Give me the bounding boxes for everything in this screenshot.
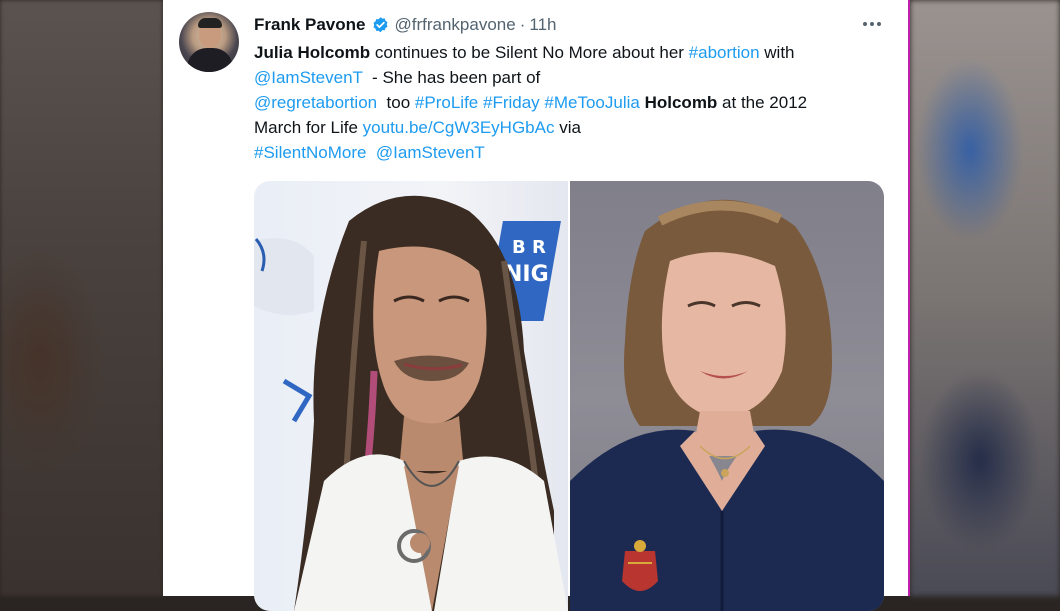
tweet-text-line: March for Life youtu.be/CgW3EyHGbAc via	[254, 115, 884, 140]
tweet-text: Julia Holcomb continues to be Silent No …	[254, 40, 884, 165]
avatar-body	[187, 48, 233, 72]
hashtag-link[interactable]: #Friday	[483, 93, 540, 112]
bold-text: Holcomb	[644, 93, 718, 112]
more-options-icon[interactable]	[859, 14, 885, 34]
avatar-hair	[198, 18, 222, 28]
tweet-card[interactable]: Frank Pavone @frfrankpavone · 11h Julia …	[163, 0, 910, 611]
text-segment: too	[377, 93, 415, 112]
blurred-background-right	[910, 0, 1060, 596]
hashtag-link[interactable]: #ProLife	[415, 93, 478, 112]
media-photo-right[interactable]	[570, 181, 884, 611]
author-handle[interactable]: @frfrankpavone	[395, 15, 516, 35]
text-segment: continues to be Silent No More about her	[370, 43, 689, 62]
hashtag-link[interactable]: #MeTooJulia	[544, 93, 639, 112]
bold-text: Julia Holcomb	[254, 43, 371, 62]
media-photo-left[interactable]: B R NIG	[254, 181, 568, 611]
mention-link[interactable]: @IamStevenT	[254, 68, 363, 87]
text-segment	[366, 143, 375, 162]
tweet-text-line: @regretabortion too #ProLife #Friday #Me…	[254, 90, 884, 115]
url-link[interactable]: youtu.be/CgW3EyHGbAc	[363, 118, 555, 137]
text-segment: with	[759, 43, 795, 62]
svg-text:B R: B R	[512, 237, 546, 258]
tweet-text-line: Julia Holcomb continues to be Silent No …	[254, 40, 884, 65]
mention-link[interactable]: @IamStevenT	[376, 143, 485, 162]
hashtag-link[interactable]: #SilentNoMore	[254, 143, 366, 162]
tweet-text-line: @IamStevenT - She has been part of	[254, 65, 884, 90]
blurred-background-left	[0, 0, 163, 596]
tweet-media[interactable]: B R NIG	[254, 181, 884, 611]
author-name[interactable]: Frank Pavone	[254, 15, 366, 35]
tweet-header: Frank Pavone @frfrankpavone · 11h	[254, 14, 557, 36]
tweet-text-line: #SilentNoMore @IamStevenT	[254, 140, 884, 165]
text-segment: March for Life	[254, 118, 363, 137]
text-segment: via	[554, 118, 581, 137]
text-segment: - She has been part of	[362, 68, 541, 87]
mention-link[interactable]: @regretabortion	[254, 93, 377, 112]
author-avatar[interactable]	[179, 12, 239, 72]
verified-badge-icon	[371, 15, 391, 35]
text-segment: at the 2012	[717, 93, 808, 112]
header-separator: ·	[519, 15, 526, 34]
hashtag-link[interactable]: #abortion	[689, 43, 760, 62]
tweet-timestamp[interactable]: 11h	[529, 15, 556, 35]
